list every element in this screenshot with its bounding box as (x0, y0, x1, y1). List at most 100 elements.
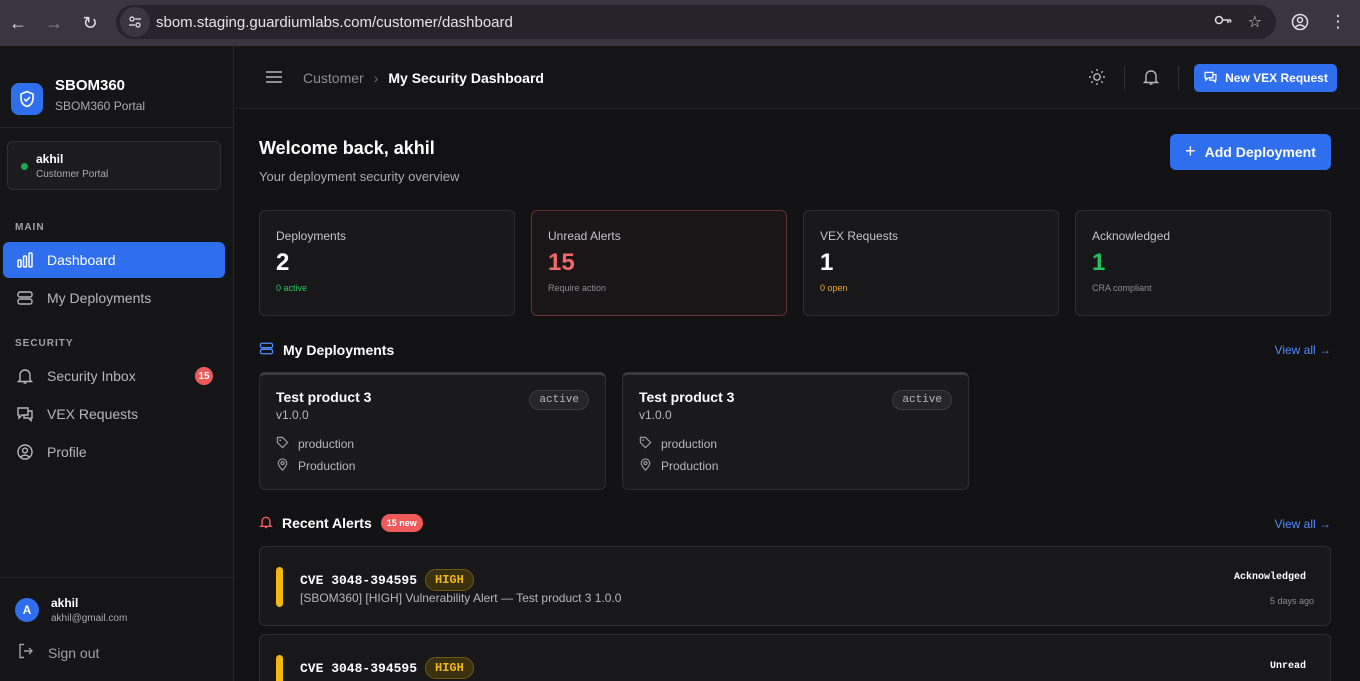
hamburger-menu-icon[interactable] (265, 70, 283, 89)
alert-row[interactable]: CVE 3048-394595 HIGH [SBOM360] [HIGH] Vu… (259, 546, 1331, 626)
plus-icon: + (1185, 140, 1196, 161)
bell-icon (259, 515, 273, 532)
sidebar-item-security-inbox[interactable]: Security Inbox 15 (3, 358, 225, 394)
reload-icon[interactable]: ↻ (72, 5, 108, 41)
user-card-role: Customer Portal (36, 169, 109, 180)
stat-subtext: CRA compliant (1092, 283, 1152, 293)
alerts-view-all-link[interactable]: View all → (1275, 517, 1331, 531)
sidebar-item-dashboard[interactable]: Dashboard (3, 242, 225, 278)
sign-out-button[interactable]: Sign out (0, 624, 233, 663)
sign-out-icon (17, 642, 35, 663)
stat-label: Acknowledged (1092, 229, 1171, 243)
deployment-environment: Production (661, 459, 719, 473)
add-deployment-button[interactable]: + Add Deployment (1170, 134, 1331, 170)
sign-out-label: Sign out (48, 644, 100, 661)
welcome-subtitle: Your deployment security overview (259, 169, 460, 184)
profile-icon[interactable] (1286, 8, 1314, 36)
stat-subtext: Require action (548, 283, 607, 293)
password-key-icon[interactable] (1214, 13, 1232, 31)
section-label-security: SECURITY (15, 338, 74, 349)
stat-value: 2 (276, 249, 290, 276)
alert-row[interactable]: CVE 3048-394595 HIGH Unread (259, 634, 1331, 681)
stat-value: 1 (820, 249, 834, 276)
alert-cve-id: CVE 3048-394595 (300, 660, 418, 676)
breadcrumb: Customer › My Security Dashboard (303, 70, 544, 86)
current-user: A akhil akhil@gmail.com (0, 578, 233, 624)
theme-toggle-sun-icon[interactable] (1088, 68, 1106, 91)
current-user-email: akhil@gmail.com (51, 613, 128, 624)
chevron-right-icon: › (373, 70, 379, 86)
severity-indicator (276, 655, 283, 681)
database-icon (259, 342, 274, 358)
sidebar-item-my-deployments[interactable]: My Deployments (3, 280, 225, 316)
severity-badge: HIGH (425, 569, 474, 591)
new-alerts-badge: 15 new (380, 514, 423, 532)
stat-subtext: 0 open (820, 283, 848, 293)
add-deployment-label: Add Deployment (1204, 144, 1316, 160)
address-bar[interactable]: sbom.staging.guardiumlabs.com/customer/d… (116, 5, 1276, 39)
new-vex-request-label: New VEX Request (1225, 71, 1328, 85)
new-vex-request-button[interactable]: New VEX Request (1194, 64, 1337, 92)
forward-icon[interactable]: → (36, 5, 72, 41)
database-icon (16, 289, 34, 307)
stat-label: VEX Requests (820, 229, 899, 243)
deployments-section-header: My Deployments (259, 342, 394, 358)
breadcrumb-customer[interactable]: Customer (303, 70, 364, 86)
stat-card-deployments[interactable]: Deployments 2 0 active (259, 210, 515, 316)
user-card-name: akhil (36, 152, 64, 166)
bell-icon (16, 367, 34, 385)
chat-icon (1203, 70, 1218, 87)
sidebar-item-label: Profile (47, 444, 87, 460)
stat-card-vex-requests[interactable]: VEX Requests 1 0 open (803, 210, 1059, 316)
user-circle-icon (16, 443, 34, 461)
shield-logo-icon (11, 82, 43, 115)
url-text[interactable]: sbom.staging.guardiumlabs.com/customer/d… (156, 14, 513, 31)
alert-time: 5 days ago (1269, 596, 1314, 606)
stat-label: Unread Alerts (548, 229, 621, 243)
stat-card-unread-alerts[interactable]: Unread Alerts 15 Require action (531, 210, 787, 316)
stat-value: 1 (1092, 249, 1106, 276)
sidebar-item-label: Security Inbox (47, 368, 136, 384)
stat-label: Deployments (276, 229, 347, 243)
avatar: A (15, 598, 39, 622)
sidebar-item-label: VEX Requests (47, 406, 139, 422)
main-content: Welcome back, akhil Your deployment secu… (235, 110, 1360, 681)
chat-icon (16, 405, 34, 423)
bookmark-star-icon[interactable]: ☆ (1248, 12, 1262, 32)
deployment-tag: production (661, 437, 718, 451)
deployment-card[interactable]: Test product 3 v1.0.0 active production … (259, 372, 606, 490)
deployments-view-all-link[interactable]: View all → (1275, 343, 1331, 357)
unread-count-badge: 15 (195, 367, 213, 385)
sidebar-item-vex-requests[interactable]: VEX Requests (3, 396, 225, 432)
back-icon[interactable]: ← (0, 5, 36, 41)
notifications-bell-icon[interactable] (1142, 68, 1160, 91)
sidebar-item-profile[interactable]: Profile (3, 434, 225, 470)
deployment-tag: production (298, 437, 355, 451)
alert-state: Unread (1269, 661, 1306, 672)
brand-title: SBOM360 (55, 76, 126, 94)
severity-indicator (276, 567, 283, 607)
deployments-section-title: My Deployments (283, 342, 395, 358)
status-badge: active (529, 390, 589, 410)
map-pin-icon (276, 458, 289, 474)
brand: SBOM360 SBOM360 Portal (0, 46, 233, 128)
deployment-version: v1.0.0 (639, 408, 672, 422)
header-divider (1124, 66, 1125, 90)
browser-toolbar: ← → ↻ sbom.staging.guardiumlabs.com/cust… (0, 0, 1360, 46)
current-user-name: akhil (51, 596, 79, 610)
map-pin-icon (639, 458, 652, 474)
deployment-environment: Production (298, 459, 356, 473)
status-badge: active (892, 390, 952, 410)
deployment-card[interactable]: Test product 3 v1.0.0 active production … (622, 372, 969, 490)
site-settings-icon[interactable] (120, 7, 150, 37)
stat-value: 15 (548, 249, 575, 276)
sidebar-item-label: Dashboard (47, 252, 116, 268)
online-status-dot (21, 163, 28, 170)
stat-card-acknowledged[interactable]: Acknowledged 1 CRA compliant (1075, 210, 1331, 316)
sidebar-footer: A akhil akhil@gmail.com Sign out (0, 577, 233, 681)
browser-menu-icon[interactable]: ⋮ (1324, 8, 1352, 36)
page-title: My Security Dashboard (388, 70, 544, 86)
alerts-section-title: Recent Alerts (282, 515, 372, 531)
welcome-title: Welcome back, akhil (259, 138, 435, 158)
deployment-version: v1.0.0 (276, 408, 309, 422)
